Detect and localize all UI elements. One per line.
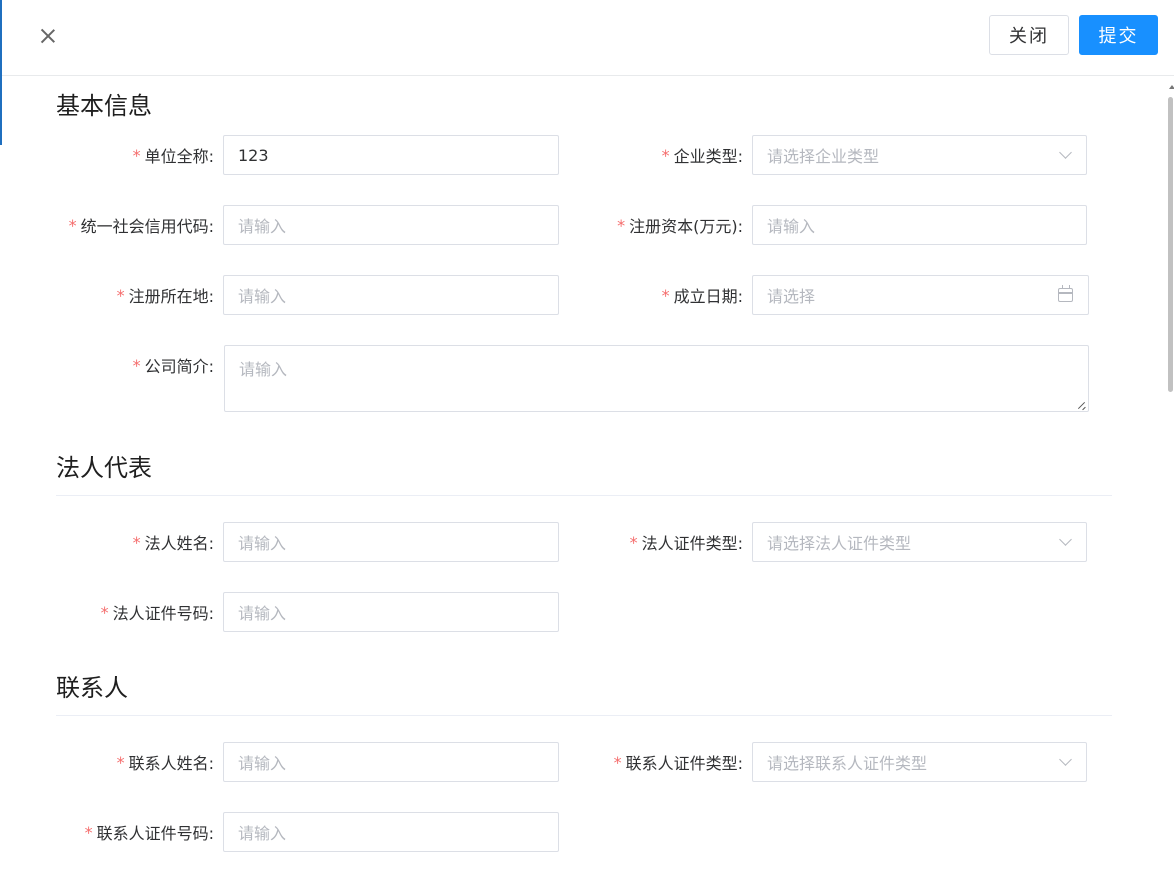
registered-address-label: * 注册所在地: bbox=[116, 285, 214, 307]
company-name-label: * 单位全称: bbox=[132, 145, 214, 167]
legal-id-number-input[interactable]: 请输入 bbox=[223, 592, 559, 632]
required-mark: * bbox=[116, 752, 125, 772]
required-mark: * bbox=[68, 215, 77, 235]
required-mark: * bbox=[132, 355, 141, 375]
required-mark: * bbox=[629, 532, 638, 552]
credit-code-input[interactable]: 请输入 bbox=[223, 205, 559, 245]
calendar-icon bbox=[1058, 285, 1073, 302]
credit-code-placeholder: 请输入 bbox=[238, 217, 287, 236]
established-date-picker[interactable]: 请选择 bbox=[752, 275, 1089, 315]
section-title-contact: 联系人 bbox=[56, 674, 128, 702]
company-name-value: 123 bbox=[238, 145, 269, 165]
required-mark: * bbox=[617, 215, 626, 235]
company-intro-label: * 公司简介: bbox=[132, 355, 214, 377]
required-mark: * bbox=[132, 532, 141, 552]
credit-code-label: * 统一社会信用代码: bbox=[68, 215, 214, 237]
required-mark: * bbox=[100, 602, 109, 622]
required-mark: * bbox=[661, 285, 670, 305]
registered-capital-placeholder: 请输入 bbox=[767, 217, 816, 236]
established-date-label: * 成立日期: bbox=[661, 285, 743, 307]
legal-id-number-label: * 法人证件号码: bbox=[100, 602, 214, 624]
scroll-thumb[interactable] bbox=[1168, 97, 1173, 392]
company-name-input[interactable]: 123 bbox=[223, 135, 559, 175]
contact-name-placeholder: 请输入 bbox=[238, 754, 287, 773]
registered-capital-label: * 注册资本(万元): bbox=[617, 215, 743, 237]
section-title-legal: 法人代表 bbox=[56, 454, 152, 482]
legal-id-type-select[interactable]: 请选择法人证件类型 bbox=[752, 522, 1087, 562]
legal-name-input[interactable]: 请输入 bbox=[223, 522, 559, 562]
close-button[interactable]: 关闭 bbox=[989, 15, 1069, 55]
contact-id-type-select[interactable]: 请选择联系人证件类型 bbox=[752, 742, 1087, 782]
section-divider bbox=[56, 715, 1112, 716]
legal-name-label: * 法人姓名: bbox=[132, 532, 214, 554]
required-mark: * bbox=[661, 145, 670, 165]
registered-address-input[interactable]: 请输入 bbox=[223, 275, 559, 315]
contact-id-type-placeholder: 请选择联系人证件类型 bbox=[767, 754, 928, 773]
chevron-down-icon bbox=[1059, 753, 1072, 766]
resize-handle-icon[interactable] bbox=[1078, 401, 1086, 409]
required-mark: * bbox=[132, 145, 141, 165]
registered-capital-input[interactable]: 请输入 bbox=[752, 205, 1087, 245]
contact-id-type-label: * 联系人证件类型: bbox=[613, 752, 743, 774]
required-mark: * bbox=[613, 752, 622, 772]
contact-id-number-label: * 联系人证件号码: bbox=[84, 822, 214, 844]
chevron-down-icon bbox=[1059, 146, 1072, 159]
close-icon[interactable] bbox=[36, 24, 60, 48]
dialog-header: 关闭 提交 bbox=[0, 0, 1174, 145]
chevron-down-icon bbox=[1059, 533, 1072, 546]
required-mark: * bbox=[116, 285, 125, 305]
company-type-label: * 企业类型: bbox=[661, 145, 743, 167]
company-type-placeholder: 请选择企业类型 bbox=[767, 147, 880, 166]
submit-button[interactable]: 提交 bbox=[1079, 15, 1158, 55]
company-intro-placeholder: 请输入 bbox=[239, 360, 288, 379]
legal-id-type-label: * 法人证件类型: bbox=[629, 532, 743, 554]
section-title-basic: 基本信息 bbox=[56, 92, 152, 120]
legal-id-number-placeholder: 请输入 bbox=[238, 604, 287, 623]
contact-id-number-placeholder: 请输入 bbox=[238, 824, 287, 843]
registered-address-placeholder: 请输入 bbox=[238, 287, 287, 306]
contact-id-number-input[interactable]: 请输入 bbox=[223, 812, 559, 852]
established-date-placeholder: 请选择 bbox=[767, 287, 816, 306]
section-divider bbox=[56, 495, 1112, 496]
company-intro-textarea[interactable]: 请输入 bbox=[224, 345, 1089, 412]
contact-name-input[interactable]: 请输入 bbox=[223, 742, 559, 782]
window-edge bbox=[0, 0, 2, 145]
contact-name-label: * 联系人姓名: bbox=[116, 752, 214, 774]
scroll-up-icon[interactable] bbox=[1169, 85, 1174, 89]
scrollbar[interactable] bbox=[1168, 85, 1174, 886]
legal-name-placeholder: 请输入 bbox=[238, 534, 287, 553]
required-mark: * bbox=[84, 822, 93, 842]
company-type-select[interactable]: 请选择企业类型 bbox=[752, 135, 1087, 175]
legal-id-type-placeholder: 请选择法人证件类型 bbox=[767, 534, 912, 553]
